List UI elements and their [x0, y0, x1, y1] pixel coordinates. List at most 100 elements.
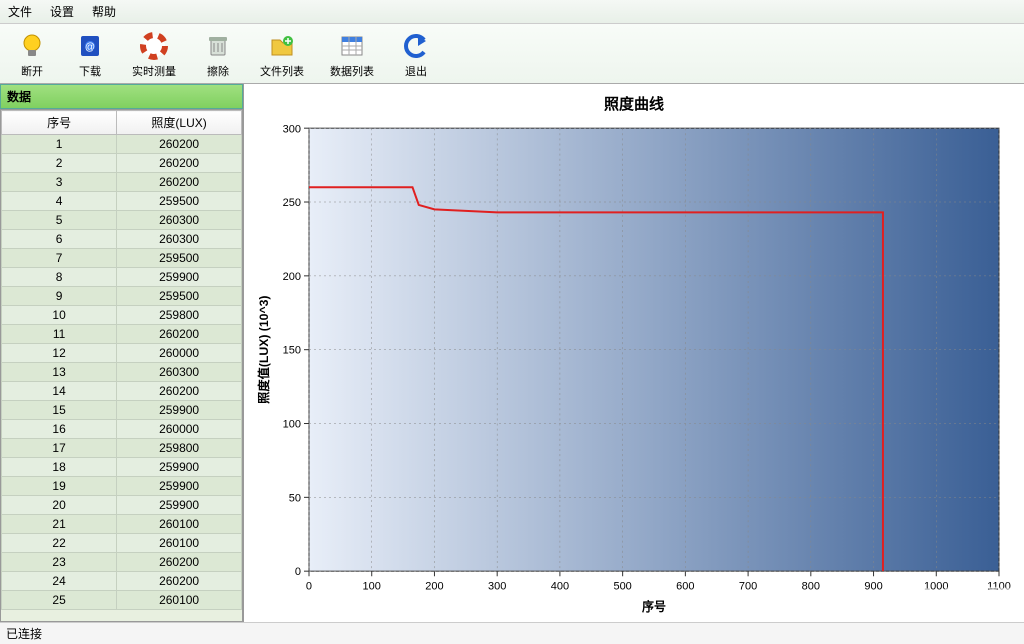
- menubar: 文件 设置 帮助: [0, 0, 1024, 24]
- datalist-button[interactable]: 数据列表: [320, 28, 384, 81]
- chart-title: 照度曲线: [254, 89, 1014, 118]
- cell-lux: 259500: [117, 287, 242, 306]
- table-row[interactable]: 24260200: [2, 572, 242, 591]
- table-row[interactable]: 19259900: [2, 477, 242, 496]
- main-area: 数据 序号 照度(LUX) 12602002260200326020042595…: [0, 84, 1024, 622]
- cell-lux: 259900: [117, 496, 242, 515]
- cell-index: 10: [2, 306, 117, 325]
- status-connected: 已连接: [6, 627, 42, 641]
- chart-area: 照度曲线 01002003004005006007008009001000110…: [244, 84, 1024, 622]
- cell-lux: 259500: [117, 192, 242, 211]
- cell-index: 21: [2, 515, 117, 534]
- table-row[interactable]: 22260100: [2, 534, 242, 553]
- clear-label: 擦除: [207, 63, 229, 79]
- table-row[interactable]: 20259900: [2, 496, 242, 515]
- cell-index: 14: [2, 382, 117, 401]
- panel-header: 数据: [0, 84, 243, 109]
- svg-text:250: 250: [283, 197, 301, 209]
- cell-index: 7: [2, 249, 117, 268]
- svg-text:600: 600: [676, 580, 694, 592]
- cell-lux: 260100: [117, 534, 242, 553]
- svg-text:1000: 1000: [924, 580, 948, 592]
- cell-lux: 260100: [117, 591, 242, 610]
- data-panel: 数据 序号 照度(LUX) 12602002260200326020042595…: [0, 84, 244, 622]
- cell-lux: 260000: [117, 420, 242, 439]
- cell-index: 1: [2, 135, 117, 154]
- svg-text:200: 200: [425, 580, 443, 592]
- table-row[interactable]: 8259900: [2, 268, 242, 287]
- cell-lux: 260200: [117, 135, 242, 154]
- table-row[interactable]: 23260200: [2, 553, 242, 572]
- statusbar: 已连接: [0, 622, 1024, 644]
- cell-lux: 259800: [117, 439, 242, 458]
- table-row[interactable]: 13260300: [2, 363, 242, 382]
- cell-lux: 259500: [117, 249, 242, 268]
- disconnect-label: 断开: [21, 63, 43, 79]
- table-row[interactable]: 10259800: [2, 306, 242, 325]
- filelist-label: 文件列表: [260, 63, 304, 79]
- svg-text:序号: 序号: [642, 599, 666, 614]
- cell-index: 24: [2, 572, 117, 591]
- lifebuoy-icon: [138, 30, 170, 62]
- table-row[interactable]: 12260000: [2, 344, 242, 363]
- svg-text:照度值(LUX) (10^3): 照度值(LUX) (10^3): [256, 296, 271, 404]
- trash-icon: [202, 30, 234, 62]
- svg-text:300: 300: [283, 123, 301, 135]
- clear-button[interactable]: 擦除: [192, 28, 244, 81]
- table-row[interactable]: 16260000: [2, 420, 242, 439]
- cell-index: 20: [2, 496, 117, 515]
- table-row[interactable]: 1260200: [2, 135, 242, 154]
- cell-lux: 260200: [117, 553, 242, 572]
- table-row[interactable]: 11260200: [2, 325, 242, 344]
- data-table-scroll[interactable]: 序号 照度(LUX) 12602002260200326020042595005…: [0, 109, 243, 622]
- col-lux[interactable]: 照度(LUX): [117, 111, 242, 135]
- chart-canvas: 0100200300400500600700800900100011000501…: [254, 118, 1014, 617]
- download-label: 下载: [79, 63, 101, 79]
- table-row[interactable]: 25260100: [2, 591, 242, 610]
- table-row[interactable]: 15259900: [2, 401, 242, 420]
- table-icon: [336, 30, 368, 62]
- cell-index: 9: [2, 287, 117, 306]
- cell-lux: 260300: [117, 363, 242, 382]
- svg-text:300: 300: [488, 580, 506, 592]
- realtime-button[interactable]: 实时测量: [122, 28, 186, 81]
- svg-text:150: 150: [283, 345, 301, 357]
- table-row[interactable]: 14260200: [2, 382, 242, 401]
- svg-text:50: 50: [289, 492, 301, 504]
- cell-index: 19: [2, 477, 117, 496]
- data-table: 序号 照度(LUX) 12602002260200326020042595005…: [1, 110, 242, 610]
- col-index[interactable]: 序号: [2, 111, 117, 135]
- menu-help[interactable]: 帮助: [92, 3, 116, 20]
- cell-index: 5: [2, 211, 117, 230]
- table-row[interactable]: 18259900: [2, 458, 242, 477]
- cell-index: 17: [2, 439, 117, 458]
- table-row[interactable]: 6260300: [2, 230, 242, 249]
- svg-text:800: 800: [802, 580, 820, 592]
- table-row[interactable]: 17259800: [2, 439, 242, 458]
- table-row[interactable]: 2260200: [2, 154, 242, 173]
- exit-arrow-icon: [400, 30, 432, 62]
- cell-index: 6: [2, 230, 117, 249]
- cell-index: 11: [2, 325, 117, 344]
- svg-text:0: 0: [306, 580, 312, 592]
- menu-settings[interactable]: 设置: [50, 3, 74, 20]
- download-button[interactable]: @ 下载: [64, 28, 116, 81]
- cell-lux: 260200: [117, 173, 242, 192]
- menu-file[interactable]: 文件: [8, 3, 32, 20]
- filelist-button[interactable]: 文件列表: [250, 28, 314, 81]
- table-row[interactable]: 4259500: [2, 192, 242, 211]
- table-row[interactable]: 5260300: [2, 211, 242, 230]
- svg-text:100: 100: [363, 580, 381, 592]
- lightbulb-icon: [16, 30, 48, 62]
- table-row[interactable]: 3260200: [2, 173, 242, 192]
- table-row[interactable]: 9259500: [2, 287, 242, 306]
- svg-text:@: @: [85, 42, 95, 53]
- cell-index: 12: [2, 344, 117, 363]
- cell-lux: 260100: [117, 515, 242, 534]
- disconnect-button[interactable]: 断开: [6, 28, 58, 81]
- datalist-label: 数据列表: [330, 63, 374, 79]
- table-row[interactable]: 21260100: [2, 515, 242, 534]
- cell-index: 22: [2, 534, 117, 553]
- exit-button[interactable]: 退出: [390, 28, 442, 81]
- table-row[interactable]: 7259500: [2, 249, 242, 268]
